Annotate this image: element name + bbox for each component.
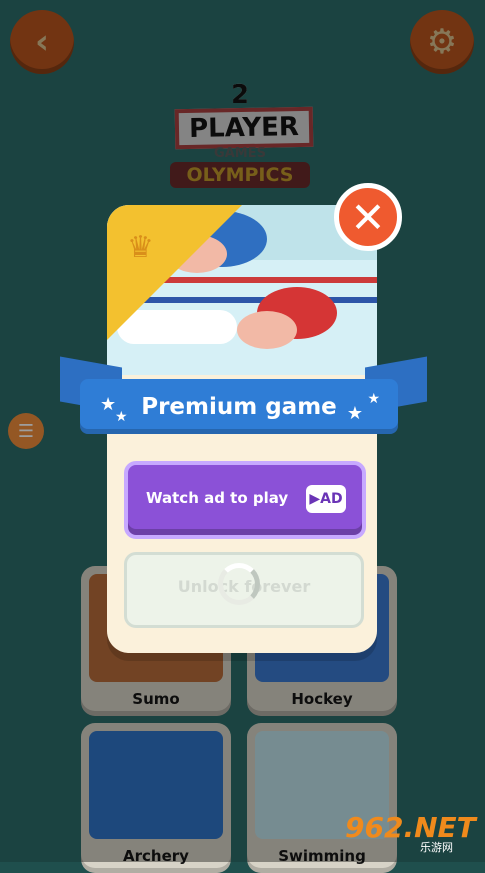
premium-corner-ribbon (107, 205, 242, 340)
watch-ad-button[interactable]: Watch ad to play ▶AD (124, 461, 366, 539)
loading-spinner-icon (218, 563, 260, 605)
watermark-subtext: 乐游网 (420, 841, 453, 854)
watermark: 962.NET 乐游网 (345, 811, 481, 859)
star-icon: ★ (100, 394, 117, 415)
close-button[interactable]: ✕ (334, 183, 402, 251)
star-icon: ★ (367, 391, 380, 407)
premium-banner: ★ ★ Premium game ★ ★ (80, 379, 398, 434)
close-icon: ✕ (350, 192, 386, 242)
modal-title: Premium game (141, 393, 337, 420)
ad-badge-icon: ▶AD (306, 485, 346, 513)
watch-ad-label: Watch ad to play (146, 489, 289, 507)
star-icon: ★ (115, 409, 128, 425)
swimmer-face (237, 311, 297, 349)
star-icon: ★ (346, 403, 363, 424)
crown-icon: ♛ (127, 230, 154, 265)
watermark-text: 962.NET (345, 811, 476, 844)
